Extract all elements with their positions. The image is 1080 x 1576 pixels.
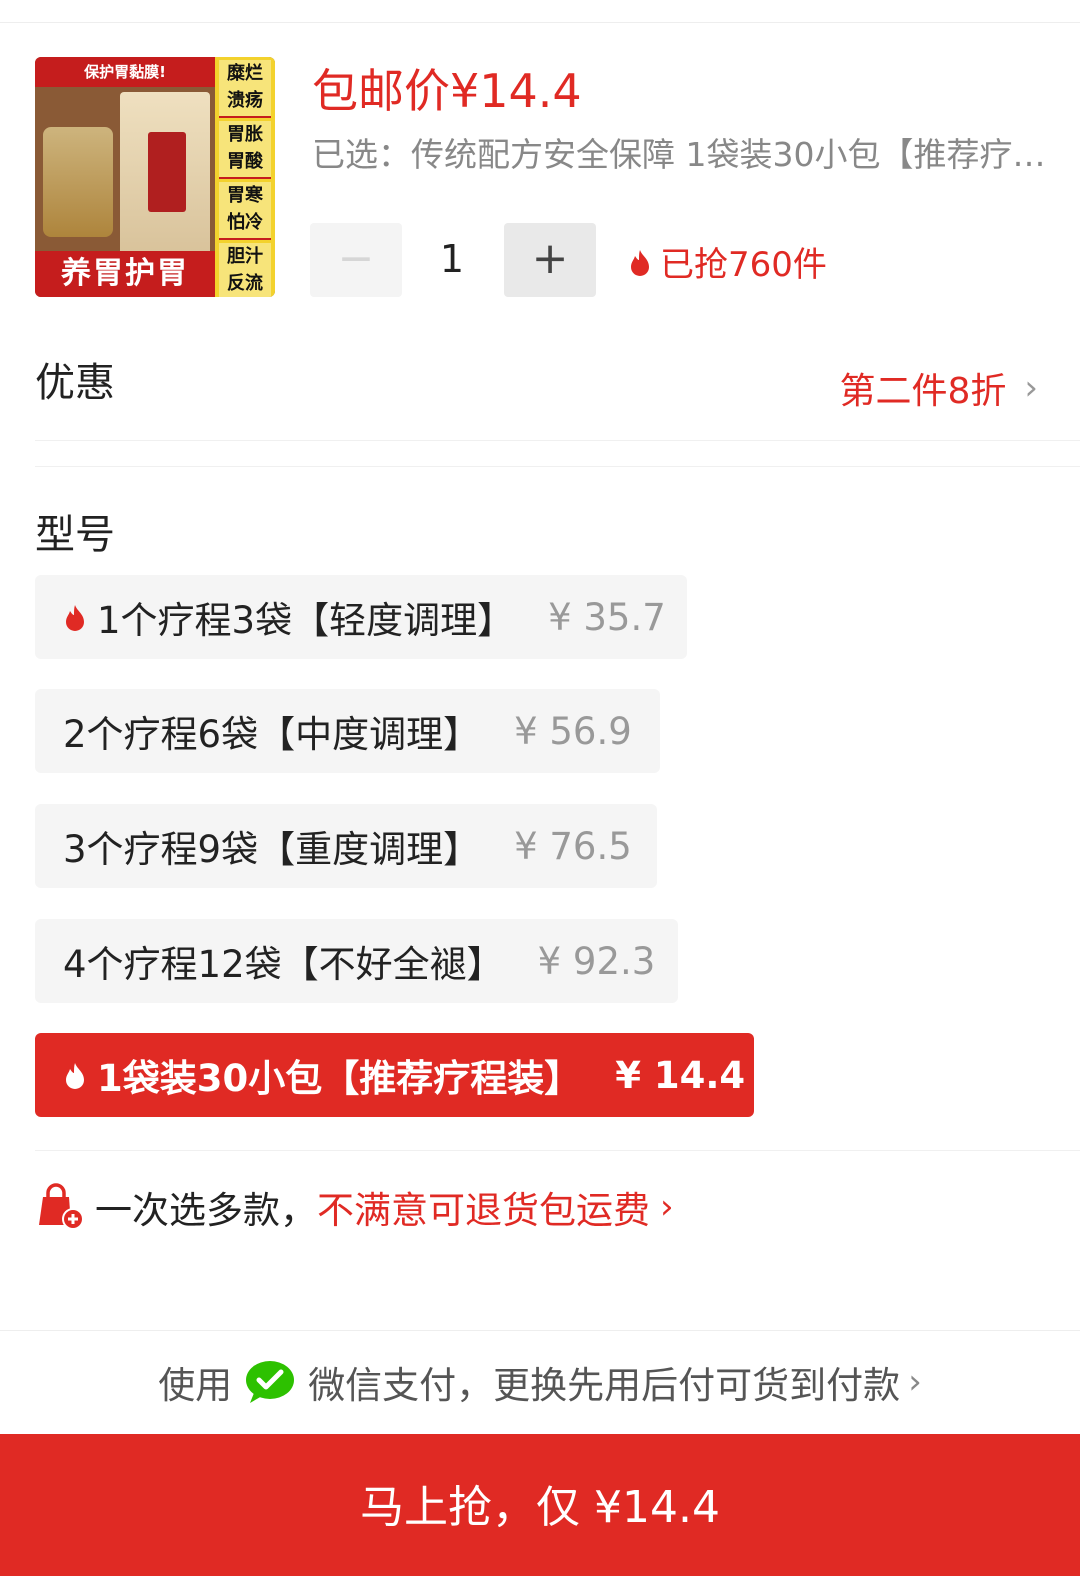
section-divider	[0, 1330, 1080, 1331]
sold-count: 已抢760件	[628, 237, 827, 286]
thumbnail-side-tags: 糜烂溃疡 胃胀胃酸 胃寒怕冷 胆汁反流	[215, 57, 275, 297]
product-price: 包邮价¥14.4	[312, 64, 582, 118]
sold-count-text: 已抢760件	[660, 245, 827, 285]
thumbnail-tag: 糜烂溃疡	[219, 60, 271, 118]
thumbnail-tag: 胆汁反流	[219, 243, 271, 297]
model-option-text: 1个疗程3袋【轻度调理】	[97, 599, 515, 642]
model-option-1[interactable]: 1个疗程3袋【轻度调理】 ¥ 35.7	[35, 575, 687, 659]
chevron-right-icon: ›	[1024, 368, 1038, 408]
model-option-text: 4个疗程12袋【不好全褪】	[63, 943, 504, 986]
top-divider	[0, 22, 1080, 23]
flame-icon	[63, 1062, 85, 1089]
thumbnail-tag: 胃寒怕冷	[219, 182, 271, 240]
selected-variant-text: 已选：传统配方安全保障 1袋装30小包【推荐疗程装】	[312, 135, 1052, 174]
discount-label: 优惠	[35, 360, 115, 406]
tea-glass-image	[43, 127, 113, 237]
section-divider	[35, 1150, 1080, 1151]
chevron-right-icon: ›	[908, 1362, 922, 1402]
promo-text: 一次选多款，	[95, 1189, 317, 1232]
model-option-price: ¥ 14.4	[615, 1053, 746, 1097]
multi-select-promo-link[interactable]: 一次选多款， 不满意可退货包运费 ›	[35, 1180, 674, 1234]
tea-bag-image	[120, 92, 210, 257]
shopping-bag-plus-icon	[35, 1183, 85, 1231]
thumbnail-banner: 保护胃黏膜!	[35, 57, 215, 87]
payment-method-link[interactable]: 使用 微信支付，更换先用后付可货到付款 ›	[0, 1355, 1080, 1409]
quantity-value[interactable]: 1	[420, 237, 484, 281]
model-option-price: ¥ 92.3	[537, 939, 656, 983]
model-option-4[interactable]: 4个疗程12袋【不好全褪】 ¥ 92.3	[35, 919, 678, 1003]
flame-icon	[628, 249, 650, 276]
discount-link[interactable]: 第二件8折 ›	[839, 362, 1038, 414]
model-option-price: ¥ 56.9	[514, 709, 632, 753]
model-option-price: ¥ 35.7	[548, 595, 666, 639]
buy-now-button[interactable]: 马上抢，仅 ¥14.4	[0, 1434, 1080, 1576]
section-divider	[35, 466, 1080, 467]
discount-value-text: 第二件8折	[839, 371, 1007, 412]
payment-prefix: 使用	[158, 1364, 233, 1407]
quantity-plus-button[interactable]: +	[504, 223, 596, 297]
model-option-5-selected[interactable]: 1袋装30小包【推荐疗程装】 ¥ 14.4	[35, 1033, 754, 1117]
model-option-text: 2个疗程6袋【中度调理】	[63, 713, 481, 756]
model-option-text: 3个疗程9袋【重度调理】	[63, 828, 481, 871]
product-thumbnail[interactable]: 保护胃黏膜! 糜烂溃疡 胃胀胃酸 胃寒怕冷 胆汁反流 养胃护胃	[35, 57, 275, 297]
quantity-minus-button[interactable]: −	[310, 223, 402, 297]
wechat-pay-icon	[244, 1359, 296, 1405]
promo-highlight-text: 不满意可退货包运费	[317, 1189, 650, 1232]
flame-icon	[63, 604, 85, 631]
model-option-price: ¥ 76.5	[514, 824, 632, 868]
model-option-text: 1袋装30小包【推荐疗程装】	[97, 1057, 582, 1100]
model-option-3[interactable]: 3个疗程9袋【重度调理】 ¥ 76.5	[35, 804, 657, 888]
thumbnail-tag: 胃胀胃酸	[219, 121, 271, 179]
model-label: 型号	[35, 512, 115, 558]
section-divider	[35, 440, 1080, 441]
thumbnail-bottom-text: 养胃护胃	[35, 251, 215, 297]
model-option-2[interactable]: 2个疗程6袋【中度调理】 ¥ 56.9	[35, 689, 660, 773]
chevron-right-icon: ›	[660, 1187, 674, 1227]
payment-text: 微信支付，更换先用后付可货到付款	[308, 1364, 901, 1407]
